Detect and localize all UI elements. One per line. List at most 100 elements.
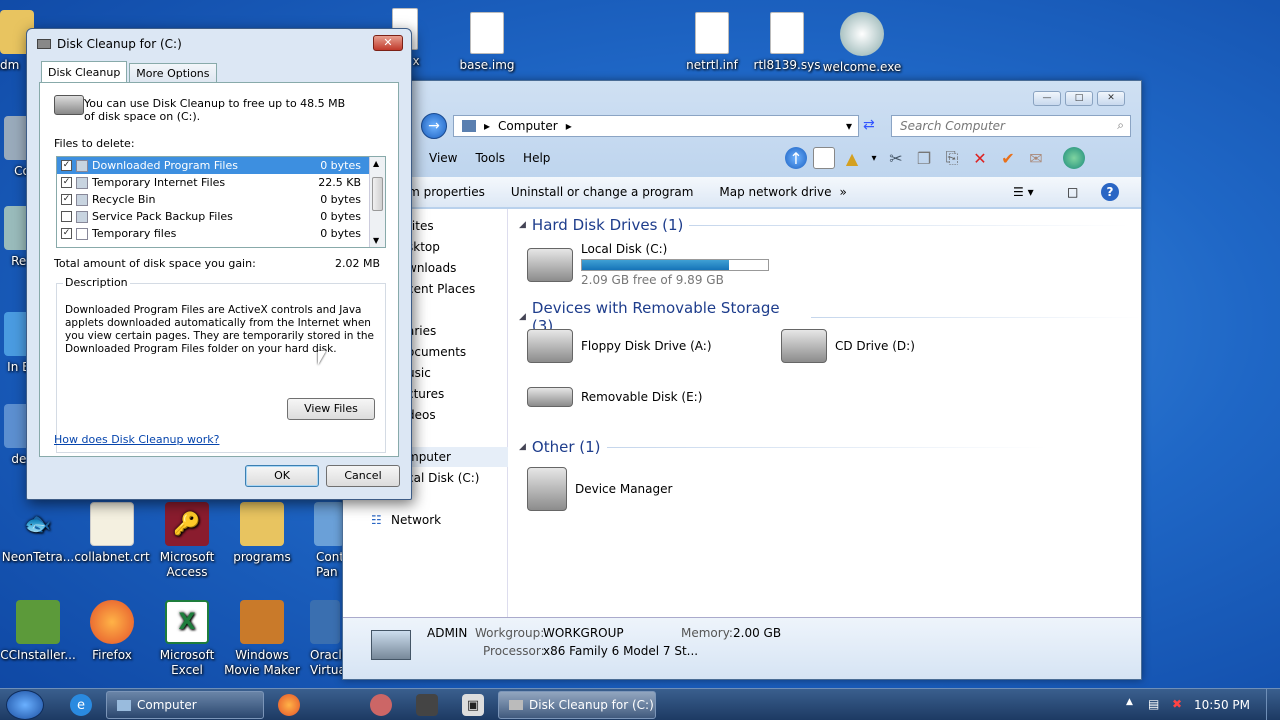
app-icon[interactable] xyxy=(370,694,392,716)
menu-help[interactable]: Help xyxy=(523,151,550,165)
drive-local-disk-c[interactable]: Local Disk (C:) 2.09 GB free of 9.89 GB xyxy=(527,242,769,287)
volume-muted-icon[interactable]: ✖ xyxy=(1172,697,1182,711)
nav-downloads[interactable]: wnloads xyxy=(407,261,456,275)
tab-more-options[interactable]: More Options xyxy=(129,63,217,83)
internet-explorer-icon[interactable]: e xyxy=(70,694,92,716)
view-files-button[interactable]: View Files xyxy=(287,398,375,420)
list-item[interactable]: ✓ Downloaded Program Files 0 bytes xyxy=(57,157,385,174)
scroll-down-icon[interactable]: ▼ xyxy=(373,236,379,245)
help-link[interactable]: How does Disk Cleanup work? xyxy=(54,433,219,446)
drive-name: Local Disk (C:) xyxy=(581,242,668,256)
drive-removable-e[interactable]: Removable Disk (E:) xyxy=(527,387,702,407)
desktop-icon-oracle[interactable]: Oracle Virtua xyxy=(300,600,344,678)
nav-documents[interactable]: ocuments xyxy=(407,345,466,359)
desktop-icon-programs[interactable]: programs xyxy=(222,502,302,565)
files-list[interactable]: ✓ Downloaded Program Files 0 bytes ✓ Tem… xyxy=(56,156,386,248)
scrollbar[interactable]: ▲ ▼ xyxy=(369,157,385,247)
ok-button[interactable]: OK xyxy=(245,465,319,487)
desktop-icon-base-img[interactable]: base.img xyxy=(447,12,527,73)
globe-icon[interactable] xyxy=(1063,147,1085,169)
scroll-thumb[interactable] xyxy=(372,177,383,211)
group-other[interactable]: ◢ Other (1) xyxy=(519,438,1047,456)
checkbox[interactable]: ✓ xyxy=(61,194,72,205)
desktop-icon-collabnet[interactable]: collabnet.crt xyxy=(72,502,152,565)
up-folder-icon[interactable]: ↑ xyxy=(785,147,807,169)
delete-icon[interactable]: ✕ xyxy=(969,147,991,169)
explorer-chrome: — □ ✕ → ▸ Computer ▸ ▾ ⇄ Search Computer… xyxy=(343,81,1141,209)
nav-network[interactable]: Network xyxy=(391,513,441,527)
device-manager-item[interactable]: Device Manager xyxy=(527,467,672,511)
list-item[interactable]: ✓ Temporary Internet Files 22.5 KB xyxy=(57,174,385,191)
taskbar-computer[interactable]: Computer xyxy=(106,691,264,719)
nav-recent-places[interactable]: cent Places xyxy=(407,282,475,296)
list-item[interactable]: Service Pack Backup Files 0 bytes xyxy=(57,208,385,225)
close-button[interactable]: ✕ xyxy=(1097,91,1125,106)
preview-pane-icon[interactable]: □ xyxy=(1067,185,1078,199)
firefox-icon[interactable] xyxy=(278,694,300,716)
list-item[interactable]: ✓ Temporary files 0 bytes xyxy=(57,225,385,242)
workgroup-label: Workgroup: xyxy=(475,626,545,640)
cut-icon[interactable]: ✂ xyxy=(885,147,907,169)
minimize-button[interactable]: — xyxy=(1033,91,1061,106)
uninstall-program-button[interactable]: Uninstall or change a program xyxy=(511,185,694,199)
desktop-icon-welcome[interactable]: welcome.exe xyxy=(822,12,902,75)
menu-view[interactable]: View xyxy=(429,151,457,165)
content-pane: ◢ Hard Disk Drives (1) Local Disk (C:) 2… xyxy=(509,209,1141,619)
list-item[interactable]: ✓ Recycle Bin 0 bytes xyxy=(57,191,385,208)
settings-file-icon xyxy=(695,12,729,54)
group-hard-disk-drives[interactable]: ◢ Hard Disk Drives (1) xyxy=(519,216,1130,234)
maximize-button[interactable]: □ xyxy=(1065,91,1093,106)
checkbox[interactable]: ✓ xyxy=(61,177,72,188)
network-icon[interactable]: ▤ xyxy=(1148,697,1159,711)
nav-local-disk[interactable]: cal Disk (C:) xyxy=(407,471,479,485)
desktop-icon-firefox[interactable]: Firefox xyxy=(72,600,152,663)
cmd-icon[interactable] xyxy=(416,694,438,716)
taskbar-disk-cleanup[interactable]: Disk Cleanup for (C:) xyxy=(498,691,656,719)
check-icon[interactable]: ✔ xyxy=(997,147,1019,169)
tab-disk-cleanup[interactable]: Disk Cleanup xyxy=(41,61,128,83)
toolbar: ↑ ▲ ▾ ✂ ❐ ⎘ ✕ ✔ ✉ xyxy=(785,147,1085,169)
folder-icon[interactable]: ▲ xyxy=(841,147,863,169)
window-icon[interactable]: ▣ xyxy=(462,694,484,716)
view-options-icon[interactable]: ☰ ▾ xyxy=(1013,185,1034,199)
search-icon[interactable]: ⌕ xyxy=(1117,118,1124,133)
checkbox[interactable]: ✓ xyxy=(61,160,72,171)
map-network-drive-button[interactable]: Map network drive xyxy=(719,185,831,199)
desktop-icon-movie-maker[interactable]: Windows Movie Maker xyxy=(222,600,302,678)
more-commands-button[interactable]: » xyxy=(839,185,846,199)
recycle-bin-icon xyxy=(76,193,88,206)
chevron-up-icon[interactable]: ▲ xyxy=(1126,697,1133,707)
refresh-icon[interactable]: ⇄ xyxy=(863,117,875,133)
paste-icon[interactable]: ⎘ xyxy=(941,147,963,169)
chevron-down-icon[interactable]: ▾ xyxy=(869,147,879,169)
cancel-button[interactable]: Cancel xyxy=(326,465,400,487)
drive-floppy-a[interactable]: Floppy Disk Drive (A:) xyxy=(527,329,712,363)
scroll-up-icon[interactable]: ▲ xyxy=(373,159,379,168)
drive-cd-d[interactable]: CD Drive (D:) xyxy=(781,329,915,363)
menu-tools[interactable]: Tools xyxy=(475,151,505,165)
chevron-down-icon[interactable]: ▾ xyxy=(846,119,852,133)
clock[interactable]: 10:50 PM xyxy=(1194,698,1250,712)
dialog-tabs: Disk Cleanup More Options xyxy=(41,61,217,83)
group-divider xyxy=(606,446,1047,448)
desktop-icon-ccinstaller[interactable]: CCInstaller... xyxy=(0,600,78,663)
pane-icon[interactable] xyxy=(813,147,835,169)
nav-pictures[interactable]: ctures xyxy=(407,387,444,401)
memory-value: 2.00 GB xyxy=(733,626,782,640)
desktop-icon-rtl8139[interactable]: rtl8139.sys xyxy=(747,12,827,73)
desktop-icon-neontetra[interactable]: 🐟 NeonTetra... xyxy=(0,502,78,565)
copy-icon[interactable]: ❐ xyxy=(913,147,935,169)
forward-icon[interactable]: → xyxy=(421,113,447,139)
search-input[interactable]: Search Computer ⌕ xyxy=(891,115,1131,137)
address-bar[interactable]: ▸ Computer ▸ ▾ xyxy=(453,115,859,137)
close-button[interactable]: ✕ xyxy=(373,35,403,51)
show-desktop-button[interactable] xyxy=(1266,689,1280,720)
desktop-icon-excel[interactable]: X Microsoft Excel xyxy=(147,600,227,678)
desktop-icon-netrtl[interactable]: netrtl.inf xyxy=(672,12,752,73)
properties-icon[interactable]: ✉ xyxy=(1025,147,1047,169)
checkbox[interactable] xyxy=(61,211,72,222)
start-button[interactable] xyxy=(6,690,44,720)
desktop-icon-access[interactable]: 🔑 Microsoft Access xyxy=(147,502,227,580)
checkbox[interactable]: ✓ xyxy=(61,228,72,239)
help-icon[interactable]: ? xyxy=(1101,183,1119,201)
